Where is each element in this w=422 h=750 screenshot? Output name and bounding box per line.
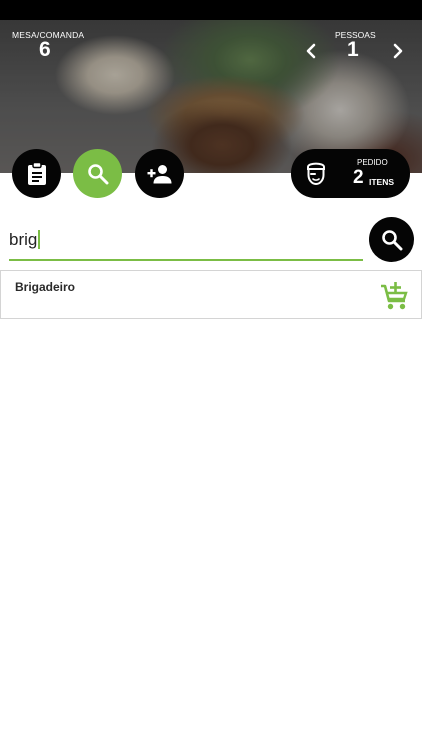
pedido-count: 2 (353, 167, 364, 188)
mesa-value: 6 (39, 38, 51, 61)
search-icon (381, 229, 402, 250)
add-person-icon (147, 164, 171, 183)
list-item[interactable]: Brigadeiro (0, 270, 422, 319)
product-name: Brigadeiro (15, 280, 76, 294)
pedido-button[interactable]: PEDIDO 2 ITENS (291, 149, 410, 198)
status-bar (0, 0, 422, 20)
add-to-cart-icon[interactable] (380, 281, 410, 311)
pessoas-value: 1 (347, 38, 359, 61)
search-input[interactable] (9, 226, 363, 254)
pedido-unit: ITENS (369, 177, 395, 187)
search-submit-button[interactable] (369, 217, 414, 262)
search-results-list: Brigadeiro (0, 270, 422, 319)
waiter-icon (307, 162, 325, 186)
text-caret (38, 230, 40, 249)
search-underline (9, 259, 363, 261)
clipboard-button[interactable] (12, 149, 61, 198)
search-icon (87, 163, 108, 184)
search-mode-button[interactable] (73, 149, 122, 198)
chevron-left-icon[interactable] (304, 43, 318, 59)
clipboard-icon (27, 161, 46, 185)
chevron-right-icon[interactable] (391, 43, 405, 59)
pedido-label: PEDIDO (357, 158, 388, 167)
add-person-button[interactable] (135, 149, 184, 198)
